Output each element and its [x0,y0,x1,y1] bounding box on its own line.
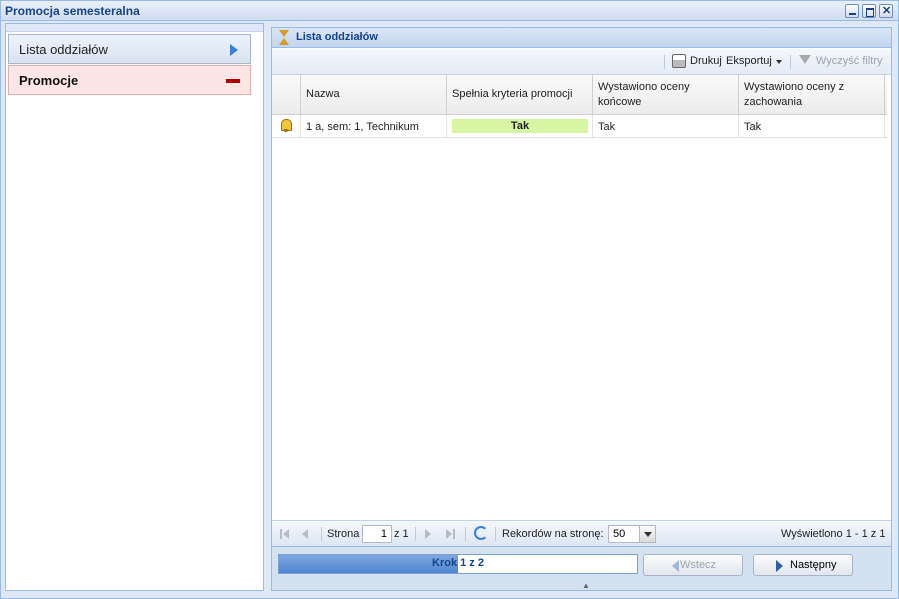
per-page-value: 50 [613,528,626,540]
window-title: Promocja semesteralna [5,4,140,18]
clear-filters-button[interactable]: Wyczyść filtry [816,55,883,67]
close-icon[interactable] [879,4,893,18]
print-button[interactable]: Drukuj [690,55,722,67]
refresh-icon[interactable] [474,526,488,540]
page-label: Strona [327,528,360,540]
criteria-badge: Tak [452,119,588,133]
panel-header: Lista oddziałów [272,28,891,48]
filter-clear-icon [799,55,811,64]
step-label: Promocje [19,73,79,88]
step-promocje[interactable]: Promocje [8,65,251,95]
next-page-icon[interactable] [425,529,431,539]
maximize-icon[interactable] [862,4,876,18]
per-page-select[interactable]: 50 [608,525,656,543]
next-button-label: Następny [790,559,837,571]
panel-title: Lista oddziałów [296,31,378,43]
pager-separator [415,527,416,541]
steps-panel-header [6,24,263,32]
next-button[interactable]: Następny [753,554,853,576]
pager-separator [465,527,466,541]
prev-page-icon[interactable] [302,529,308,539]
step-label: Lista oddziałów [19,42,108,57]
table-row[interactable]: 1 a, sem: 1, Technikum Tak Tak Tak [272,115,887,138]
cell-kryteria: Tak [447,115,593,137]
toolbar-separator [664,55,665,69]
grid-header: Nazwa Spełnia kryteria promocji Wystawio… [272,75,887,115]
pager-separator [321,527,322,541]
column-header-icon [272,75,301,114]
arrow-right-icon [776,560,783,572]
toolbar-separator [790,55,791,69]
class-grid: Nazwa Spełnia kryteria promocji Wystawio… [272,75,887,138]
back-button-label: Wstecz [680,559,717,571]
column-header-oceny-koncowe[interactable]: Wystawiono oceny końcowe [593,75,739,114]
promotion-window: Promocja semesteralna Lista oddziałów Pr… [0,0,899,599]
row-icon-cell [272,115,301,137]
minus-icon [226,79,240,83]
pager-separator [495,527,496,541]
progress-text: Krok 1 z 2 [432,557,484,569]
cell-oceny-zachowania: Tak [739,115,885,137]
wizard-progress-bar: Krok 1 z 2 [278,554,638,574]
collapse-splitter-icon[interactable]: ▲ [582,581,590,590]
column-header-nazwa[interactable]: Nazwa [301,75,447,114]
arrow-right-icon [230,44,238,56]
back-button[interactable]: Wstecz [643,554,743,576]
last-page-bar [453,529,455,539]
step-lista-oddzialow[interactable]: Lista oddziałów [8,34,251,64]
chevron-down-icon[interactable] [639,526,655,542]
class-list-panel: Lista oddziałów Drukuj Eksportuj Wyczyść… [271,27,892,591]
arrow-left-icon [672,560,679,572]
first-page-bar [280,529,282,539]
bell-warning-icon [279,118,293,132]
column-header-oceny-zachowania[interactable]: Wystawiono oceny z zachowania [739,75,885,114]
last-page-icon[interactable] [446,529,452,539]
paging-toolbar: Strona z 1 Rekordów na stronę: 50 Wyświe… [272,520,891,546]
page-count-label: z 1 [394,528,409,540]
cell-nazwa: 1 a, sem: 1, Technikum [301,115,447,137]
chevron-down-icon[interactable] [776,60,782,64]
minimize-icon[interactable] [845,4,859,18]
grid-toolbar: Drukuj Eksportuj Wyczyść filtry [272,49,891,75]
displayed-records-label: Wyświetlono 1 - 1 z 1 [781,528,886,540]
column-header-kryteria[interactable]: Spełnia kryteria promocji [447,75,593,114]
hourglass-icon [279,30,289,45]
per-page-label: Rekordów na stronę: [502,528,604,540]
export-button[interactable]: Eksportuj [726,55,772,67]
first-page-icon[interactable] [283,529,289,539]
printer-icon[interactable] [672,54,686,68]
page-number-input[interactable] [362,525,392,543]
wizard-footer: Krok 1 z 2 Wstecz Następny ▲ [272,546,891,590]
window-titlebar[interactable]: Promocja semesteralna [1,1,898,21]
cell-oceny-koncowe: Tak [593,115,739,137]
wizard-steps-panel: Lista oddziałów Promocje [5,23,264,591]
